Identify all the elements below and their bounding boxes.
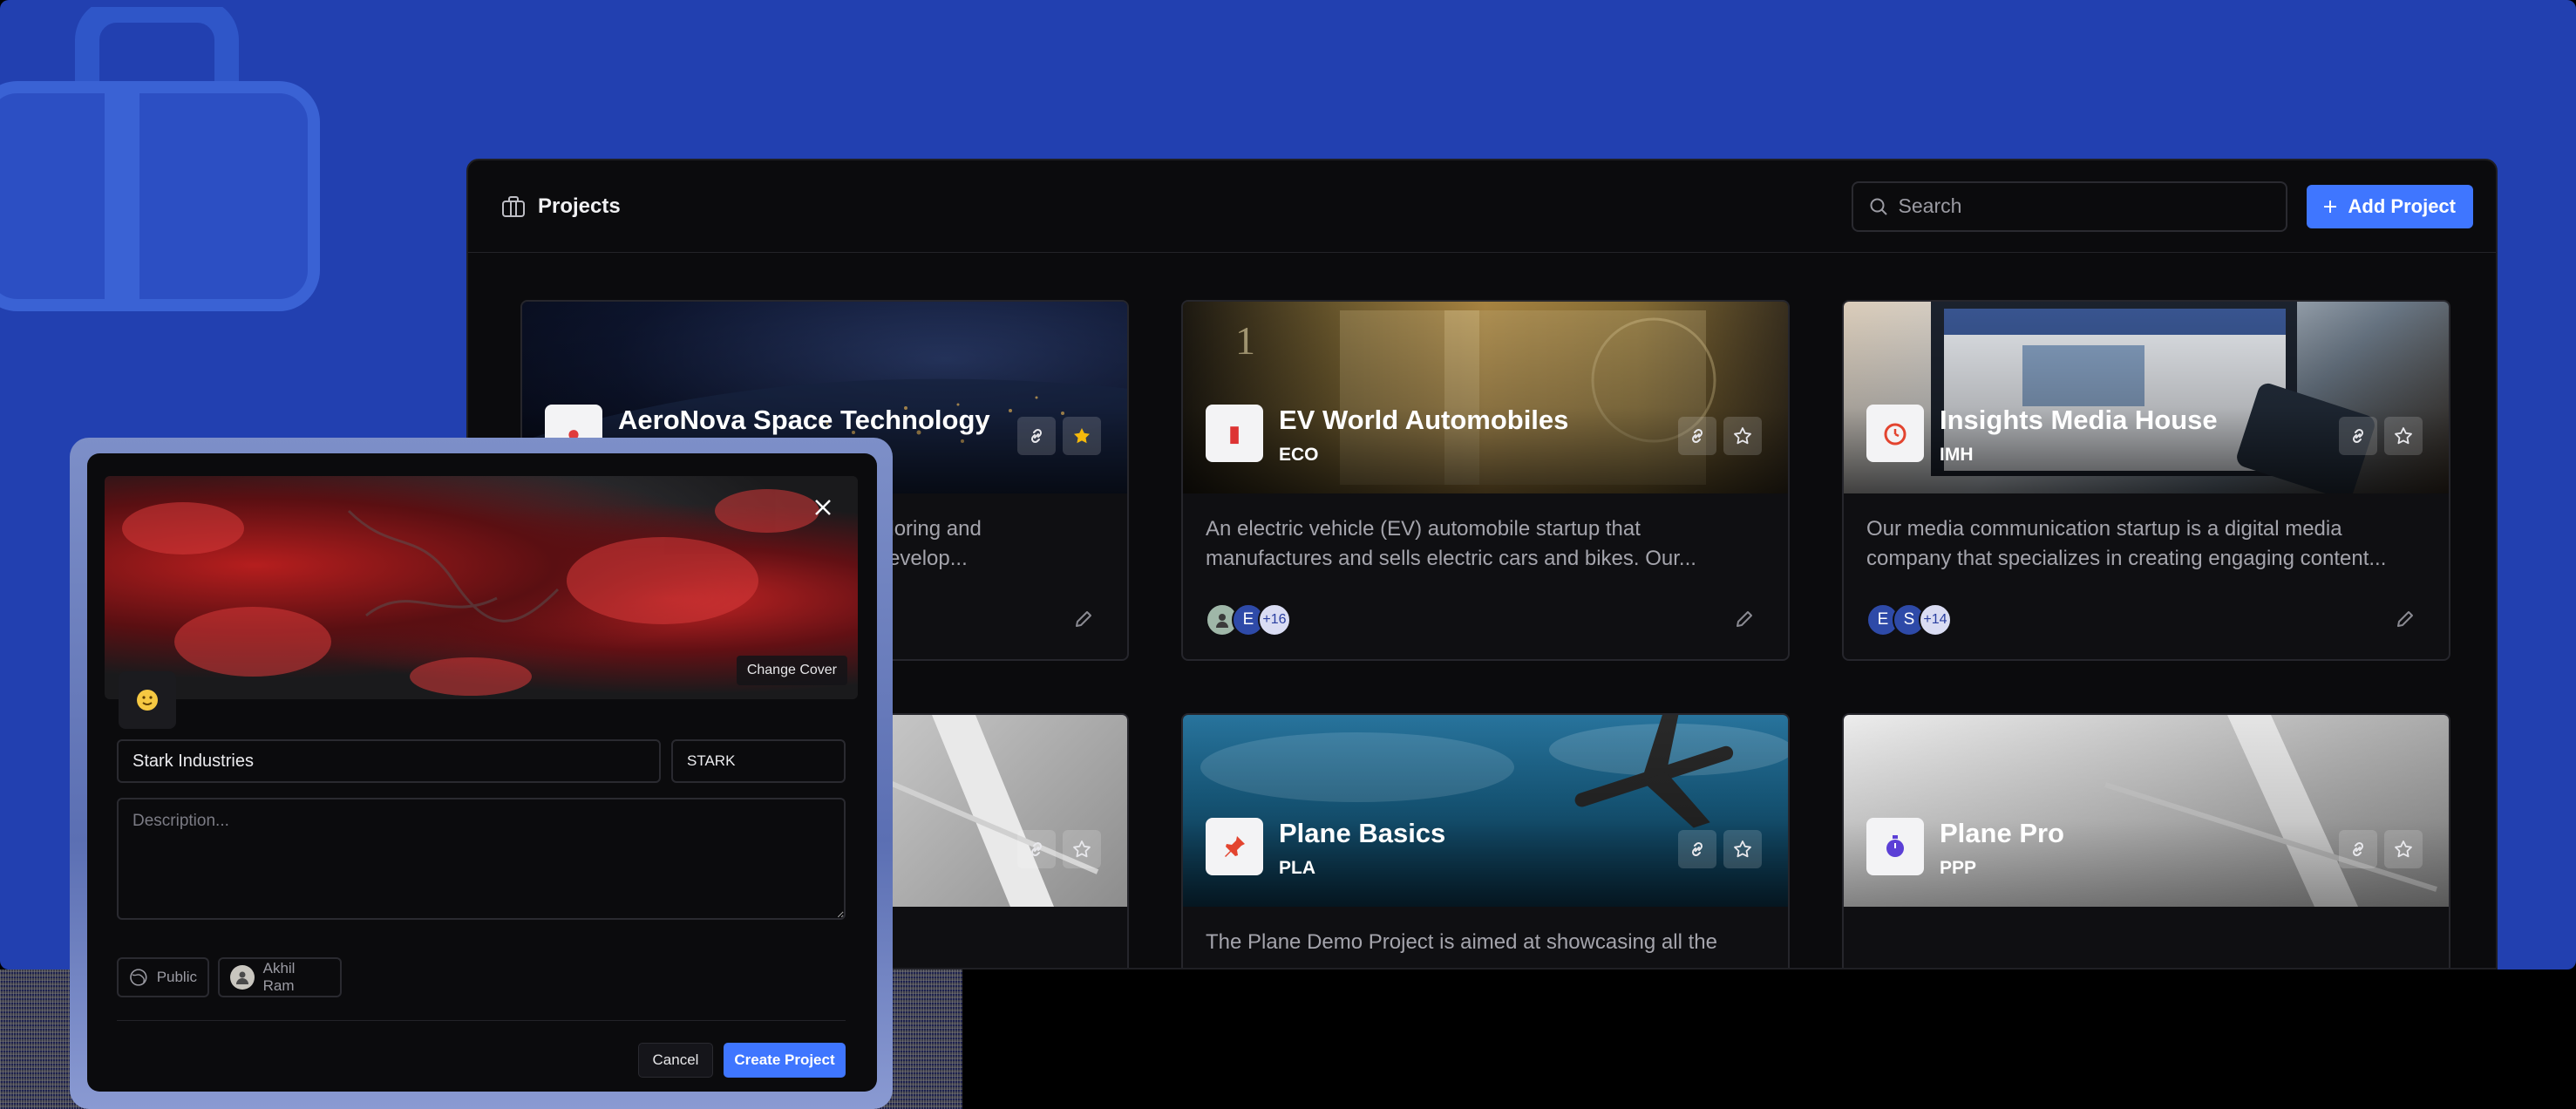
avatar-more-count: +14: [1919, 603, 1952, 636]
project-card[interactable]: Plane Pro PPP: [1842, 713, 2450, 968]
close-icon: [815, 500, 831, 515]
project-name: AeroNova Space Technology: [618, 405, 990, 435]
favorite-button[interactable]: [1723, 830, 1762, 868]
star-outline-icon: [1734, 427, 1751, 445]
page-title: Projects: [538, 194, 621, 218]
link-icon: [1691, 841, 1703, 857]
project-description: An electric vehicle (EV) automobile star…: [1206, 517, 1696, 570]
member-avatars[interactable]: E +16: [1206, 603, 1291, 636]
smiley-icon: [137, 690, 158, 711]
cover-shade: [1844, 715, 2449, 907]
edit-project-button[interactable]: [1727, 602, 1762, 636]
link-icon: [1691, 428, 1703, 444]
person-icon: [235, 971, 248, 984]
project-lead-dropdown[interactable]: Akhil Ram: [218, 957, 342, 997]
project-identifier: PPP: [1940, 858, 1977, 878]
alarm-clock-icon: [1884, 423, 1907, 446]
network-label: Public: [156, 969, 197, 985]
link-icon: [1030, 428, 1043, 444]
link-icon: [1030, 841, 1043, 857]
pencil-icon: [1076, 611, 1091, 627]
copy-link-button[interactable]: [1017, 830, 1056, 868]
favorite-button[interactable]: [2384, 830, 2423, 868]
favorite-button[interactable]: [1063, 417, 1101, 455]
emoji-picker-button[interactable]: [119, 671, 176, 729]
project-logo: [1866, 818, 1924, 875]
project-identifier-field[interactable]: [671, 739, 846, 783]
pushpin-icon: [1225, 836, 1245, 857]
star-outline-icon: [2395, 427, 2412, 445]
projects-header: Projects Add Project: [468, 160, 2496, 253]
star-outline-icon: [2395, 840, 2412, 858]
edit-project-button[interactable]: [1066, 602, 1101, 636]
project-identifier: IMH: [1940, 445, 1974, 465]
project-description: The Plane Demo Project is aimed at showc…: [1206, 930, 1717, 954]
link-icon: [2352, 841, 2364, 857]
search-icon: [1870, 198, 1887, 215]
change-cover-button[interactable]: Change Cover: [736, 656, 847, 685]
copy-link-button[interactable]: [2339, 830, 2377, 868]
cancel-button[interactable]: Cancel: [638, 1043, 713, 1078]
star-filled-icon: [1074, 428, 1090, 444]
divider: [117, 1020, 846, 1021]
project-name: Plane Pro: [1940, 818, 2064, 848]
description-field[interactable]: [117, 798, 846, 920]
project-name-field[interactable]: [117, 739, 661, 783]
globe-icon: [130, 969, 147, 986]
star-outline-icon: [1073, 840, 1091, 858]
stage: Projects Add Project: [0, 0, 2576, 1109]
project-logo: [1866, 405, 1924, 462]
favorite-button[interactable]: [1063, 830, 1101, 868]
copy-link-button[interactable]: [1678, 417, 1716, 455]
search-box[interactable]: [1851, 180, 2287, 232]
lead-name: Akhil Ram: [262, 960, 296, 994]
create-project-button[interactable]: Create Project: [724, 1043, 846, 1078]
project-description: Our media communication startup is a dig…: [1866, 517, 2387, 570]
plus-icon: [2323, 200, 2336, 213]
project-name: Plane Basics: [1279, 818, 1446, 848]
truck-icon: ▮: [1227, 419, 1241, 446]
pencil-icon: [1737, 611, 1752, 627]
network-dropdown[interactable]: Public: [117, 957, 209, 997]
briefcase-icon: [502, 195, 525, 217]
favorite-button[interactable]: [2384, 417, 2423, 455]
project-identifier: ECO: [1279, 445, 1319, 465]
create-project-modal: Change Cover Public Akhil Ram Cancel Cre…: [87, 453, 877, 1092]
cover-shade: [1183, 715, 1788, 907]
briefcase-decoration-icon: [0, 7, 320, 311]
project-card[interactable]: 1 ▮ EV World Automobiles ECO An electric…: [1181, 300, 1790, 661]
edit-project-button[interactable]: [2388, 602, 2423, 636]
favorite-button[interactable]: [1723, 417, 1762, 455]
project-name: Insights Media House: [1940, 405, 2218, 435]
project-logo: ▮: [1206, 405, 1263, 462]
person-icon: [1216, 614, 1228, 628]
pencil-icon: [2397, 611, 2413, 627]
avatar-more-count: +16: [1258, 603, 1291, 636]
modal-cover-image: Change Cover: [105, 476, 858, 699]
add-project-label: Add Project: [2348, 194, 2456, 217]
cover-shade: [1844, 302, 2449, 493]
member-avatars[interactable]: E S +14: [1866, 603, 1952, 636]
lead-avatar: [230, 965, 255, 990]
search-input[interactable]: [1898, 194, 2270, 218]
star-outline-icon: [1734, 840, 1751, 858]
title-wrap: Projects: [501, 194, 621, 219]
stopwatch-icon: [1886, 835, 1904, 857]
add-project-button[interactable]: Add Project: [2306, 184, 2473, 228]
project-identifier: PLA: [1279, 858, 1315, 878]
copy-link-button[interactable]: [1017, 417, 1056, 455]
project-name: EV World Automobiles: [1279, 405, 1569, 435]
cover-shade: [1183, 302, 1788, 493]
project-logo: [1206, 818, 1263, 875]
project-card[interactable]: Insights Media House IMH Our media commu…: [1842, 300, 2450, 661]
copy-link-button[interactable]: [1678, 830, 1716, 868]
link-icon: [2352, 428, 2364, 444]
project-card[interactable]: Plane Basics PLA The Plane Demo Project …: [1181, 713, 1790, 968]
copy-link-button[interactable]: [2339, 417, 2377, 455]
bottom-area: [962, 970, 2576, 1109]
close-modal-button[interactable]: [807, 492, 839, 523]
